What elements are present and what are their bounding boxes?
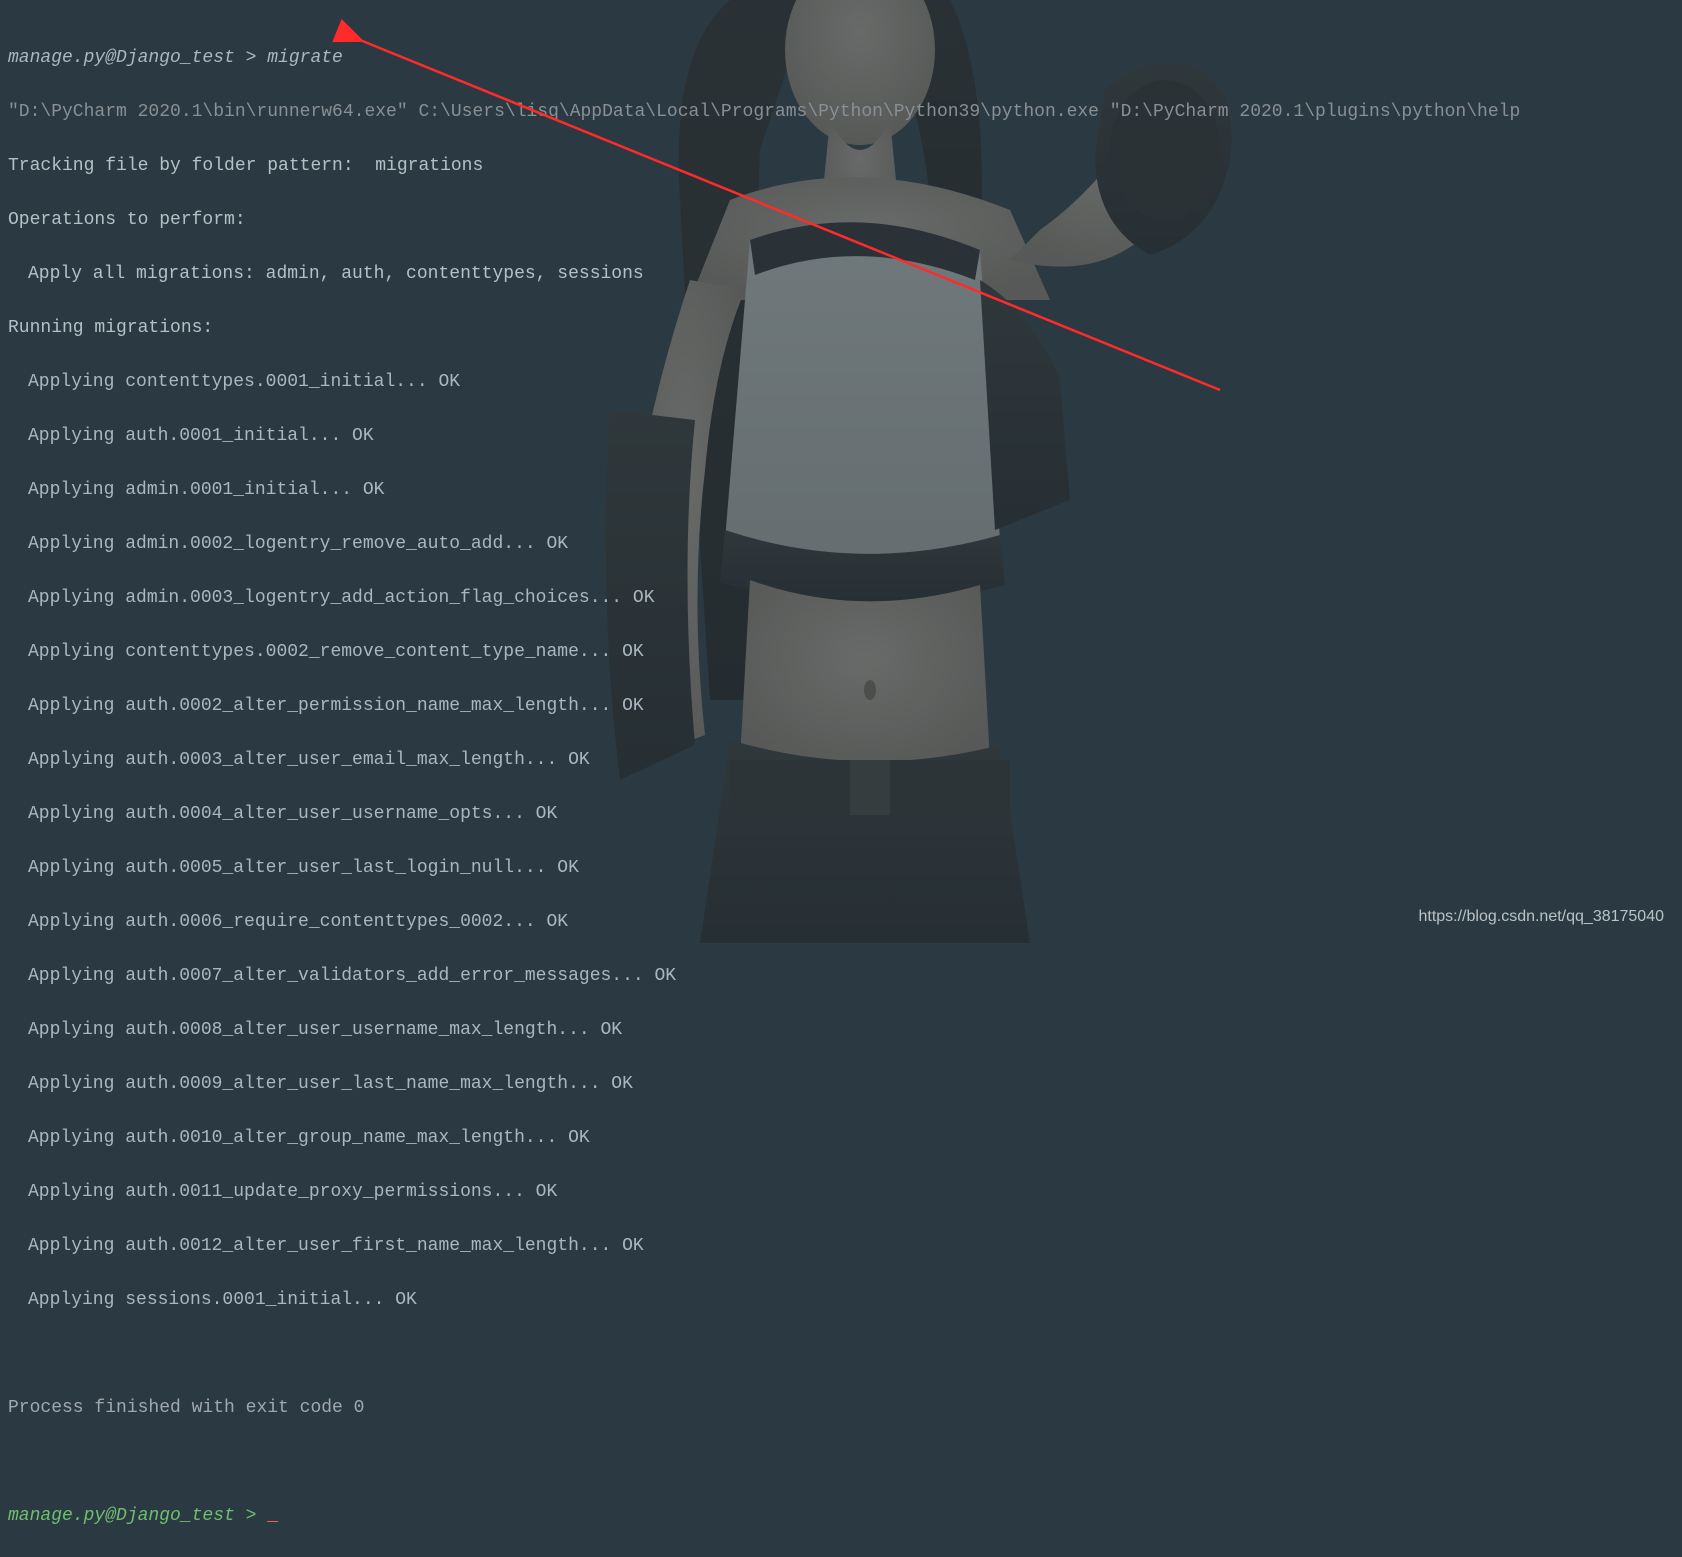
process-finished-line: Process finished with exit code 0 <box>8 1395 1674 1422</box>
new-prompt-prefix: manage.py@Django_test > <box>8 1506 267 1526</box>
migration-line: Applying sessions.0001_initial... OK <box>8 1287 1674 1314</box>
migration-line: Applying contenttypes.0001_initial... OK <box>8 369 1674 396</box>
apply-all-line: Apply all migrations: admin, auth, conte… <box>8 261 1674 288</box>
migration-line: Applying auth.0010_alter_group_name_max_… <box>8 1125 1674 1152</box>
blank-line <box>8 1449 1674 1476</box>
migration-line: Applying admin.0001_initial... OK <box>8 477 1674 504</box>
terminal-output[interactable]: manage.py@Django_test > migrate "D:\PyCh… <box>8 18 1674 1557</box>
prompt-line: manage.py@Django_test > migrate <box>8 45 1674 72</box>
migration-line: Applying auth.0001_initial... OK <box>8 423 1674 450</box>
blank-line <box>8 1341 1674 1368</box>
migration-line: Applying auth.0002_alter_permission_name… <box>8 693 1674 720</box>
migration-line: Applying admin.0003_logentry_add_action_… <box>8 585 1674 612</box>
tracking-line: Tracking file by folder pattern: migrati… <box>8 153 1674 180</box>
migration-line: Applying auth.0012_alter_user_first_name… <box>8 1233 1674 1260</box>
migration-line: Applying auth.0004_alter_user_username_o… <box>8 801 1674 828</box>
migration-line: Applying admin.0002_logentry_remove_auto… <box>8 531 1674 558</box>
operations-header: Operations to perform: <box>8 207 1674 234</box>
migration-line: Applying auth.0009_alter_user_last_name_… <box>8 1071 1674 1098</box>
migration-line: Applying contenttypes.0002_remove_conten… <box>8 639 1674 666</box>
migration-line: Applying auth.0008_alter_user_username_m… <box>8 1017 1674 1044</box>
exec-path-line: "D:\PyCharm 2020.1\bin\runnerw64.exe" C:… <box>8 99 1674 126</box>
cursor: _ <box>267 1506 278 1526</box>
running-header: Running migrations: <box>8 315 1674 342</box>
watermark: https://blog.csdn.net/qq_38175040 <box>1418 905 1664 929</box>
migration-line: Applying auth.0011_update_proxy_permissi… <box>8 1179 1674 1206</box>
migration-line: Applying auth.0003_alter_user_email_max_… <box>8 747 1674 774</box>
migration-line: Applying auth.0007_alter_validators_add_… <box>8 963 1674 990</box>
command-text: migrate <box>267 48 343 68</box>
prompt-prefix: manage.py@Django_test > <box>8 48 267 68</box>
migration-line: Applying auth.0005_alter_user_last_login… <box>8 855 1674 882</box>
new-prompt-line[interactable]: manage.py@Django_test > _ <box>8 1503 1674 1530</box>
